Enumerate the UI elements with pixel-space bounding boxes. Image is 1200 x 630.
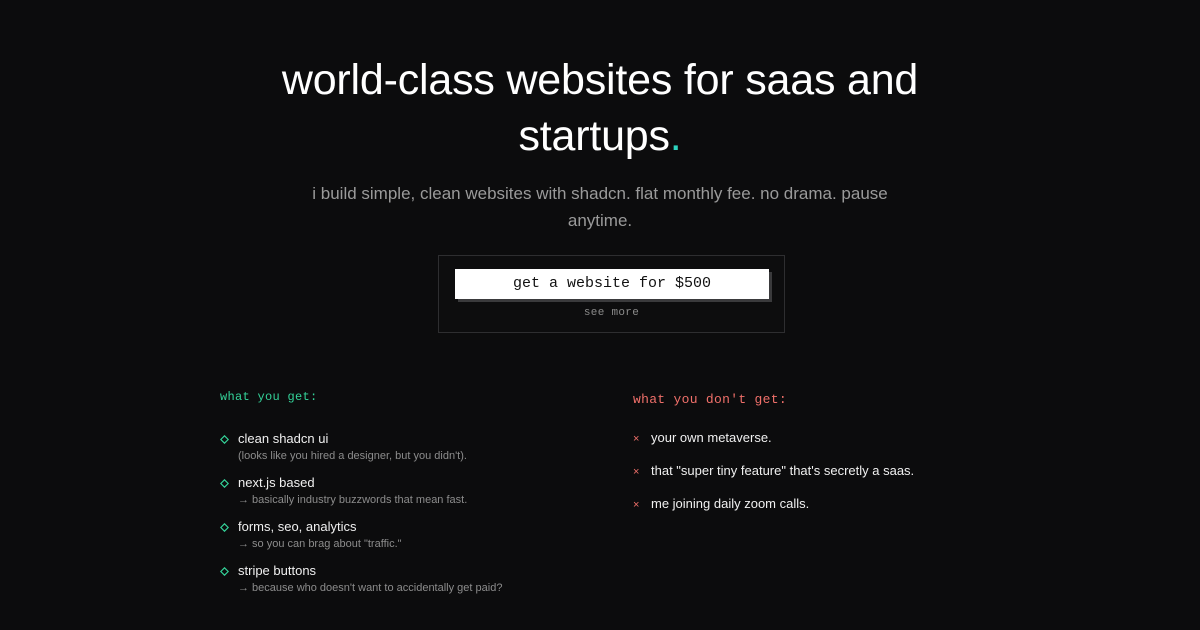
landing-page: world-class websites for saas and startu…	[0, 0, 1200, 630]
list-item-desc: (looks like you hired a designer, but yo…	[238, 450, 467, 462]
list-item-text: that "super tiny feature" that's secretl…	[651, 463, 915, 478]
what-you-get-title: what you get:	[220, 390, 318, 404]
what-you-dont-get-title: what you don't get:	[633, 392, 787, 407]
list-item: × me joining daily zoom calls.	[633, 495, 973, 528]
get-website-button[interactable]: get a website for $500	[455, 269, 769, 299]
list-item-title: clean shadcn ui	[238, 431, 329, 446]
what-you-get-list: clean shadcn ui (looks like you hired a …	[220, 430, 580, 606]
diamond-icon	[220, 523, 229, 532]
cta-box: get a website for $500 see more	[438, 255, 785, 333]
headline-text: world-class websites for saas and startu…	[281, 56, 919, 160]
list-item-title: next.js based	[238, 475, 315, 490]
diamond-icon	[220, 567, 229, 576]
list-item: × your own metaverse.	[633, 429, 973, 462]
list-item: forms, seo, analytics → so you can brag …	[220, 518, 580, 562]
list-item-title: stripe buttons	[238, 563, 317, 578]
page-title: world-class websites for saas and startu…	[270, 52, 930, 164]
x-icon: ×	[633, 499, 640, 511]
list-item: next.js based → basically industry buzzw…	[220, 474, 580, 518]
diamond-icon	[220, 435, 229, 444]
headline-dot: .	[669, 112, 682, 160]
list-item-desc: → because who doesn't want to accidental…	[238, 582, 503, 594]
list-item-desc: → basically industry buzzwords that mean…	[238, 494, 468, 506]
list-item: stripe buttons → because who doesn't wan…	[220, 562, 580, 606]
see-more-link[interactable]: see more	[439, 307, 784, 319]
x-icon: ×	[633, 466, 640, 478]
subheadline: i build simple, clean websites with shad…	[312, 184, 888, 230]
what-you-get-section: what you get: clean shadcn ui (looks lik…	[220, 390, 580, 606]
list-item-text: me joining daily zoom calls.	[651, 496, 810, 511]
list-item-title: forms, seo, analytics	[238, 519, 357, 534]
list-item-desc: → so you can brag about "traffic."	[238, 538, 402, 550]
what-you-dont-get-section: what you don't get: × your own metaverse…	[633, 392, 973, 528]
diamond-icon	[220, 479, 229, 488]
list-item: × that "super tiny feature" that's secre…	[633, 462, 973, 495]
list-item-text: your own metaverse.	[651, 430, 772, 445]
x-icon: ×	[633, 433, 640, 445]
list-item: clean shadcn ui (looks like you hired a …	[220, 430, 580, 474]
what-you-dont-get-list: × your own metaverse. × that "super tiny…	[633, 429, 973, 528]
hero-section: world-class websites for saas and startu…	[0, 52, 1200, 234]
